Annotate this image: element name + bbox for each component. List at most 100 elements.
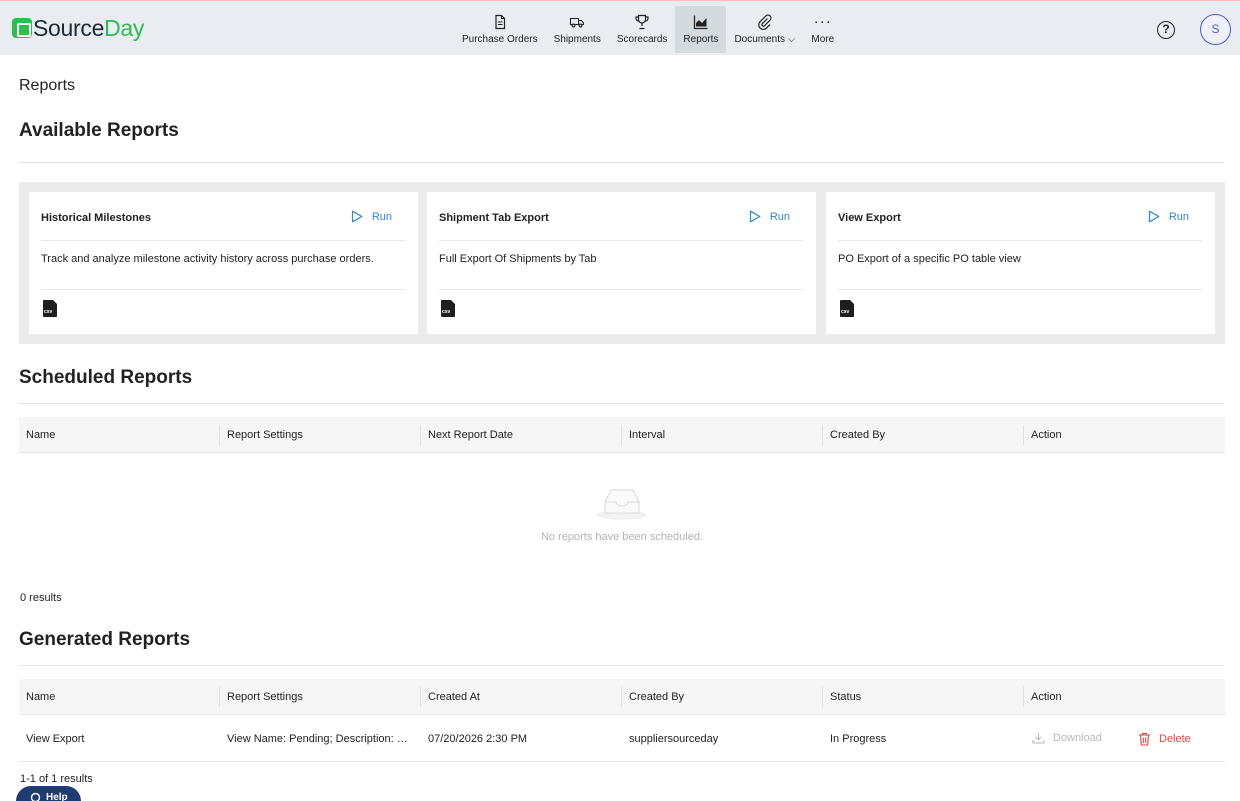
csv-file-icon: csv	[441, 300, 455, 317]
scheduled-reports-title: Scheduled Reports	[19, 367, 193, 388]
generated-table-header: Name Report Settings Created At Created …	[19, 679, 1225, 715]
column-header[interactable]: Interval	[621, 425, 665, 445]
column-header[interactable]: Status	[822, 687, 861, 707]
card-divider	[838, 289, 1202, 290]
sourceday-logo[interactable]: SourceDay	[12, 14, 144, 42]
help-icon[interactable]: ?	[1157, 21, 1175, 39]
nav-documents[interactable]: Documents ⌵	[726, 6, 803, 53]
scheduled-results-count: 0 results	[20, 592, 62, 604]
column-header[interactable]: Created At	[420, 687, 480, 707]
play-icon	[749, 210, 761, 223]
column-header[interactable]: Name	[19, 417, 55, 453]
table-row: View Export View Name: Pending; Descript…	[19, 717, 1225, 762]
section-divider	[19, 403, 1224, 404]
column-header[interactable]: Next Report Date	[420, 425, 513, 445]
available-reports-cards: Historical Milestones Run Track and anal…	[19, 182, 1225, 344]
card-divider	[439, 240, 803, 241]
report-card: Shipment Tab Export Run Full Export Of S…	[427, 192, 816, 334]
card-divider	[41, 289, 405, 290]
column-header[interactable]: Report Settings	[219, 687, 303, 707]
nav-label: Purchase Orders	[462, 34, 538, 45]
csv-file-icon: csv	[840, 300, 854, 317]
available-reports-title: Available Reports	[19, 120, 179, 141]
nav-label: Scorecards	[616, 34, 668, 45]
card-divider	[41, 240, 405, 241]
cell-name: View Export	[26, 733, 85, 745]
run-button[interactable]: Run	[749, 210, 790, 223]
csv-file-label: csv	[44, 309, 53, 315]
section-divider	[19, 162, 1224, 163]
card-divider	[838, 240, 1202, 241]
top-navigation-bar: SourceDay Purchase Orders Shipments Scor…	[0, 0, 1240, 55]
cell-created-at: 07/20/2026 2:30 PM	[428, 733, 528, 745]
report-card-title: Shipment Tab Export	[439, 212, 549, 224]
page-breadcrumb: Reports	[19, 77, 76, 94]
avatar[interactable]: S	[1200, 14, 1231, 45]
csv-file-label: csv	[841, 309, 850, 315]
section-divider	[19, 665, 1224, 666]
nav-shipments[interactable]: Shipments	[546, 6, 609, 53]
report-card-description: PO Export of a specific PO table view	[838, 253, 1021, 265]
play-icon	[351, 210, 363, 223]
cell-created-by: suppliersourceday	[629, 733, 719, 745]
play-icon	[1148, 210, 1160, 223]
column-header[interactable]: Name	[19, 679, 55, 715]
brand-name-day: Day	[104, 15, 145, 41]
report-card-title: Historical Milestones	[41, 212, 152, 224]
report-card-description: Track and analyze milestone activity his…	[41, 253, 374, 265]
csv-file-label: csv	[442, 309, 451, 315]
main-nav: Purchase Orders Shipments Scorecards Rep…	[454, 6, 842, 53]
scheduled-empty-state: No reports have been scheduled.	[19, 485, 1225, 543]
nav-reports[interactable]: Reports	[675, 6, 727, 53]
run-label: Run	[1168, 210, 1189, 223]
document-icon	[495, 14, 505, 30]
brand-name: SourceDay	[33, 14, 144, 42]
column-header[interactable]: Action	[1023, 425, 1062, 445]
report-card-description: Full Export Of Shipments by Tab	[439, 253, 597, 265]
column-header[interactable]: Created By	[621, 687, 684, 707]
run-label: Run	[769, 210, 790, 223]
generated-reports-title: Generated Reports	[19, 629, 191, 650]
download-label: Download	[1053, 732, 1102, 744]
nav-purchase-orders[interactable]: Purchase Orders	[454, 6, 546, 53]
csv-file-icon: csv	[43, 300, 57, 317]
delete-button[interactable]: Delete	[1138, 717, 1191, 761]
card-divider	[439, 289, 803, 290]
empty-inbox-icon	[597, 489, 647, 520]
help-button-label: Help	[46, 792, 68, 801]
run-button[interactable]: Run	[351, 210, 392, 223]
run-label: Run	[371, 210, 392, 223]
download-icon	[1032, 733, 1045, 744]
delete-label: Delete	[1159, 733, 1191, 745]
brand-name-source: Source	[33, 15, 105, 41]
column-header[interactable]: Created By	[822, 425, 885, 445]
generated-results-count: 1-1 of 1 results	[20, 773, 93, 785]
nav-scorecards[interactable]: Scorecards	[609, 6, 676, 53]
paperclip-icon	[758, 14, 772, 30]
report-card: Historical Milestones Run Track and anal…	[29, 192, 418, 334]
trophy-icon	[635, 14, 649, 30]
help-button[interactable]: Help	[16, 786, 81, 801]
cell-status: In Progress	[830, 733, 887, 745]
chart-icon	[693, 15, 708, 30]
nav-label-with-chevron: Documents ⌵	[734, 34, 795, 45]
column-header[interactable]: Report Settings	[219, 425, 303, 445]
nav-more[interactable]: ··· More	[803, 6, 842, 53]
empty-state-text: No reports have been scheduled.	[540, 531, 704, 543]
search-icon	[30, 792, 41, 801]
nav-label: Shipments	[553, 34, 601, 45]
download-button[interactable]: Download	[1032, 717, 1102, 759]
truck-icon	[570, 17, 585, 28]
trash-icon	[1139, 732, 1150, 746]
column-header[interactable]: Action	[1023, 687, 1062, 707]
nav-label: Documents	[734, 34, 786, 45]
nav-label: Reports	[683, 34, 719, 45]
scheduled-table-header: Name Report Settings Next Report Date In…	[19, 417, 1225, 453]
run-button[interactable]: Run	[1148, 210, 1189, 223]
report-card: View Export Run PO Export of a specific …	[826, 192, 1215, 334]
cell-report-settings: View Name: Pending; Description: Pending	[227, 733, 413, 745]
nav-label: More	[811, 34, 835, 45]
more-icon: ···	[813, 13, 832, 30]
report-card-title: View Export	[838, 212, 901, 224]
chevron-down-icon: ⌵	[787, 34, 796, 45]
